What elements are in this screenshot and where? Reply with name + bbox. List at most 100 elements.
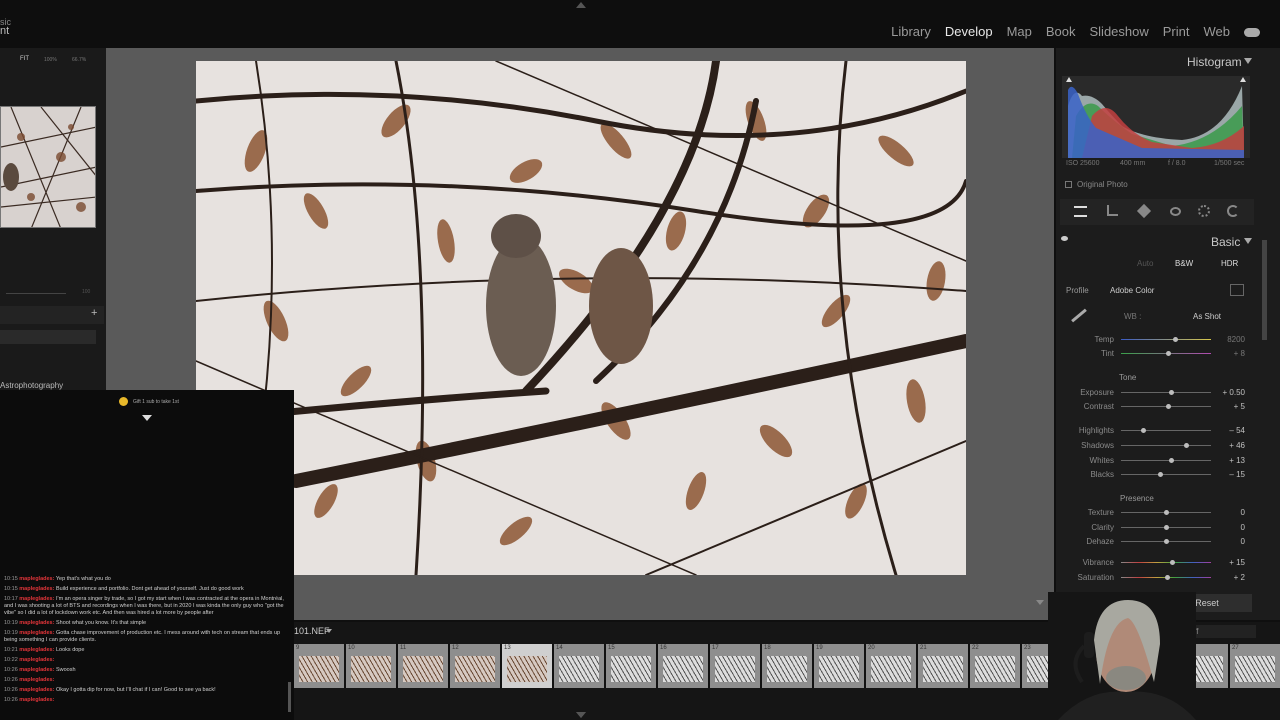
- slider-track-exposure[interactable]: [1121, 390, 1211, 395]
- chat-username[interactable]: mapleglades:: [19, 620, 54, 626]
- right-panel-scrollbar[interactable]: [1262, 240, 1267, 340]
- slider-thumb-temp[interactable]: [1173, 337, 1178, 342]
- filmstrip-cell[interactable]: 15: [606, 644, 658, 688]
- chat-username[interactable]: mapleglades:: [19, 667, 54, 673]
- slider-thumb-saturation[interactable]: [1164, 575, 1170, 580]
- slider-track-tint[interactable]: [1121, 351, 1211, 356]
- slider-track-whites[interactable]: [1121, 458, 1211, 463]
- slider-value-vibrance[interactable]: + 15: [1211, 558, 1245, 567]
- slider-value-dehaze[interactable]: 0: [1211, 537, 1245, 546]
- treatment-hdr[interactable]: HDR: [1221, 259, 1238, 268]
- filmstrip-cell[interactable]: 9: [294, 644, 346, 688]
- module-map[interactable]: Map: [1007, 24, 1032, 39]
- chat-username[interactable]: mapleglades:: [19, 657, 54, 663]
- module-print[interactable]: Print: [1163, 24, 1190, 39]
- slider-value-texture[interactable]: 0: [1211, 508, 1245, 517]
- reset-history-icon[interactable]: [1227, 205, 1239, 217]
- filmstrip-cell[interactable]: 12: [450, 644, 502, 688]
- profile-select[interactable]: Adobe Color: [1110, 286, 1154, 295]
- slider-track-clarity[interactable]: [1121, 525, 1211, 530]
- module-web[interactable]: Web: [1204, 24, 1231, 39]
- basic-collapse-icon[interactable]: [1244, 238, 1252, 244]
- slider-thumb-blacks[interactable]: [1157, 472, 1163, 477]
- filmstrip-cell[interactable]: 21: [918, 644, 970, 688]
- chat-username[interactable]: mapleglades:: [19, 677, 54, 683]
- chat-username[interactable]: mapleglades:: [19, 697, 54, 703]
- edit-sliders-icon[interactable]: [1074, 206, 1087, 217]
- filmstrip-cell[interactable]: 10: [346, 644, 398, 688]
- histogram-title[interactable]: Histogram: [1187, 55, 1242, 69]
- filmstrip-cell[interactable]: 19: [814, 644, 866, 688]
- slider-thumb-clarity[interactable]: [1164, 525, 1169, 530]
- add-collection-icon[interactable]: +: [91, 307, 97, 319]
- slider-value-contrast[interactable]: + 5: [1211, 402, 1245, 411]
- slider-thumb-texture[interactable]: [1164, 510, 1169, 515]
- slider-value-blacks[interactable]: – 15: [1211, 470, 1245, 479]
- module-library[interactable]: Library: [891, 24, 931, 39]
- slider-track-contrast[interactable]: [1121, 404, 1211, 409]
- slider-value-whites[interactable]: + 13: [1211, 456, 1245, 465]
- slider-track-shadows[interactable]: [1121, 443, 1211, 448]
- slider-track-highlights[interactable]: [1121, 428, 1211, 433]
- slider-track-temp[interactable]: [1121, 337, 1211, 342]
- filmstrip-cell[interactable]: 13: [502, 644, 554, 688]
- bottom-arrow-icon[interactable]: [576, 712, 586, 718]
- slider-value-shadows[interactable]: + 46: [1211, 441, 1245, 450]
- slider-value-saturation[interactable]: + 2: [1211, 573, 1245, 582]
- panel-visibility-eye-icon[interactable]: [1061, 236, 1068, 241]
- treatment-auto[interactable]: Auto: [1137, 259, 1153, 268]
- chat-scrollbar[interactable]: [288, 682, 291, 712]
- treatment-bw[interactable]: B&W: [1175, 259, 1193, 268]
- filmstrip-cell[interactable]: 20: [866, 644, 918, 688]
- masking-icon[interactable]: [1198, 205, 1210, 217]
- slider-value-clarity[interactable]: 0: [1211, 523, 1245, 532]
- main-photo[interactable]: [196, 61, 966, 575]
- cloud-icon[interactable]: [1244, 28, 1260, 37]
- slider-thumb-tint[interactable]: [1165, 351, 1171, 356]
- navigator-preview[interactable]: [0, 106, 96, 228]
- chat-username[interactable]: mapleglades:: [19, 687, 54, 693]
- top-panel-toggle-icon[interactable]: [576, 2, 586, 8]
- histogram-chart[interactable]: [1062, 76, 1250, 158]
- module-book[interactable]: Book: [1046, 24, 1076, 39]
- zoom-66[interactable]: 66.7%: [72, 57, 86, 63]
- chat-username[interactable]: mapleglades:: [19, 596, 54, 602]
- slider-value-temp[interactable]: 8200: [1211, 335, 1245, 344]
- zoom-fit[interactable]: FIT: [20, 56, 29, 62]
- filmstrip-cell[interactable]: 18: [762, 644, 814, 688]
- slider-thumb-contrast[interactable]: [1165, 404, 1171, 409]
- filmstrip-cell[interactable]: 22: [970, 644, 1022, 688]
- slider-value-highlights[interactable]: – 54: [1211, 426, 1245, 435]
- chat-username[interactable]: mapleglades:: [19, 586, 54, 592]
- original-photo-checkbox[interactable]: [1065, 181, 1072, 188]
- filmstrip-source-chevron-icon[interactable]: [326, 629, 332, 633]
- slider-track-texture[interactable]: [1121, 510, 1211, 515]
- wb-select[interactable]: As Shot: [1193, 312, 1221, 321]
- left-slider-track[interactable]: [6, 293, 66, 294]
- profile-browser-grid-icon[interactable]: [1230, 284, 1244, 296]
- chat-username[interactable]: mapleglades:: [19, 647, 54, 653]
- slider-thumb-dehaze[interactable]: [1164, 539, 1169, 544]
- toolbar-menu-icon[interactable]: [1036, 600, 1044, 605]
- slider-thumb-highlights[interactable]: [1140, 428, 1146, 433]
- filmstrip-cell[interactable]: 14: [554, 644, 606, 688]
- slider-value-tint[interactable]: + 8: [1211, 349, 1245, 358]
- module-develop[interactable]: Develop: [945, 24, 993, 39]
- filmstrip-cell[interactable]: 27: [1230, 644, 1280, 688]
- collection-astrophotography[interactable]: Astrophotography: [0, 381, 63, 390]
- collection-row[interactable]: [0, 330, 96, 344]
- slider-thumb-shadows[interactable]: [1183, 443, 1189, 448]
- slider-track-dehaze[interactable]: [1121, 539, 1211, 544]
- basic-title[interactable]: Basic: [1211, 235, 1240, 249]
- filmstrip-filename[interactable]: 101.NEF: [294, 626, 330, 636]
- chat-username[interactable]: mapleglades:: [19, 630, 54, 636]
- histogram-collapse-icon[interactable]: [1244, 58, 1252, 64]
- chat-expand-icon[interactable]: [142, 415, 152, 421]
- filmstrip-cell[interactable]: 11: [398, 644, 450, 688]
- slider-track-saturation[interactable]: [1121, 575, 1211, 580]
- filmstrip-cell[interactable]: 16: [658, 644, 710, 688]
- zoom-100[interactable]: 100%: [44, 57, 57, 63]
- filmstrip-cell[interactable]: 17: [710, 644, 762, 688]
- crop-icon[interactable]: [1107, 205, 1118, 216]
- chat-username[interactable]: mapleglades:: [19, 576, 54, 582]
